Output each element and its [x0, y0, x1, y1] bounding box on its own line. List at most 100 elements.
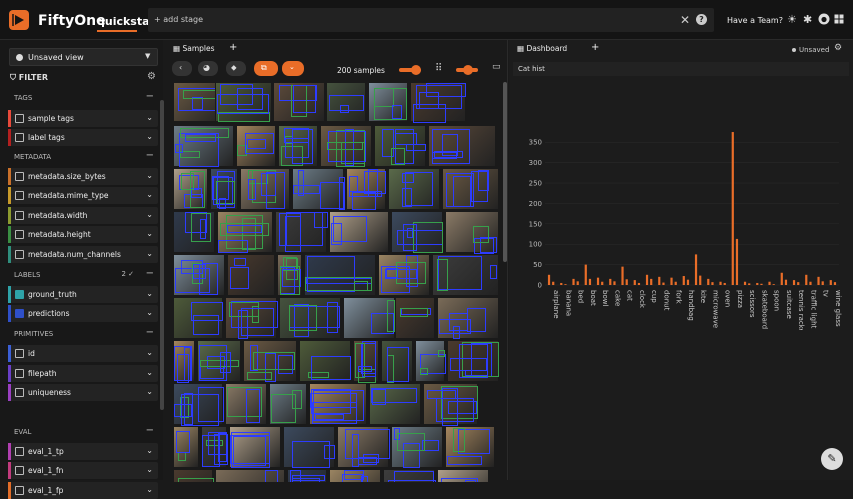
sample-thumbnail[interactable] [201, 426, 228, 468]
collapse-icon[interactable]: − [146, 425, 154, 436]
sample-thumbnail[interactable] [173, 383, 224, 426]
dashboard-menu-icon[interactable]: ⚙ [834, 43, 842, 53]
chevron-down-icon[interactable]: ⌄ [146, 368, 153, 377]
sample-thumbnail[interactable] [368, 82, 408, 122]
new-tab-button[interactable]: + [591, 42, 599, 53]
chart-panel-header[interactable]: Cat hist [513, 62, 849, 76]
sample-thumbnail[interactable] [217, 211, 273, 254]
sample-thumbnail[interactable] [173, 426, 199, 468]
sample-thumbnail[interactable] [395, 297, 435, 339]
field-checkbox[interactable] [15, 290, 24, 299]
edit-dashboard-button[interactable]: ✎ [821, 448, 843, 470]
chevron-down-icon[interactable]: ⌄ [146, 348, 153, 357]
sample-thumbnail[interactable] [225, 297, 278, 340]
sample-thumbnail[interactable] [423, 383, 479, 426]
new-tab-button[interactable]: + [229, 42, 237, 53]
field-row[interactable]: eval_1_fn ⌄ [8, 462, 158, 479]
sample-thumbnail[interactable] [445, 211, 499, 254]
theme-toggle-icon[interactable]: ☀ [787, 13, 797, 26]
section-metadata[interactable]: METADATA − [8, 149, 158, 165]
sample-thumbnail[interactable] [279, 297, 341, 339]
sample-thumbnail[interactable] [173, 211, 215, 253]
sample-thumbnail[interactable] [445, 426, 495, 468]
field-row[interactable]: label tags ⌄ [8, 129, 158, 146]
field-checkbox[interactable] [15, 388, 24, 397]
sample-thumbnail[interactable] [337, 426, 390, 468]
field-row[interactable]: eval_1_fp ⌄ [8, 482, 158, 499]
sample-thumbnail[interactable] [391, 211, 444, 253]
grid-scrollbar[interactable] [503, 82, 507, 262]
sample-thumbnail[interactable] [343, 297, 395, 339]
back-button[interactable]: ‹ [172, 61, 192, 76]
field-row[interactable]: metadata.size_bytes ⌄ [8, 168, 158, 185]
field-checkbox[interactable] [15, 230, 24, 239]
patches-button[interactable]: ⧉ [254, 61, 278, 76]
sample-thumbnail[interactable] [437, 469, 489, 482]
sample-thumbnail[interactable] [240, 168, 290, 210]
have-a-team-link[interactable]: Have a Team? [727, 16, 783, 25]
chevron-down-icon[interactable]: ⌄ [146, 465, 153, 474]
chevron-down-icon[interactable]: ⌄ [146, 132, 153, 141]
help-icon[interactable]: ? [696, 14, 707, 25]
sample-thumbnail[interactable] [229, 426, 281, 468]
sample-thumbnail[interactable] [173, 297, 223, 339]
sample-thumbnail[interactable] [442, 168, 499, 210]
tab-dashboard[interactable]: ▦ Dashboard [517, 44, 567, 53]
collapse-icon[interactable]: − [146, 150, 154, 161]
saved-view-selector[interactable]: Unsaved view ▼ [9, 48, 158, 66]
chevron-down-icon[interactable]: ⌄ [146, 190, 153, 199]
sample-thumbnail[interactable] [173, 168, 208, 210]
field-row[interactable]: sample tags ⌄ [8, 110, 158, 127]
sample-thumbnail[interactable] [173, 254, 225, 296]
zoom-slider-knob[interactable] [411, 65, 421, 75]
sample-thumbnail[interactable] [346, 168, 386, 210]
brand-name[interactable]: FiftyOne [38, 13, 106, 29]
sample-thumbnail[interactable] [173, 340, 195, 383]
sample-thumbnail[interactable] [378, 254, 430, 296]
field-row[interactable]: filepath ⌄ [8, 365, 158, 382]
field-checkbox[interactable] [15, 466, 24, 475]
field-checkbox[interactable] [15, 191, 24, 200]
collapse-icon[interactable]: − [146, 91, 154, 102]
chevron-down-icon[interactable]: ⌄ [146, 387, 153, 396]
sample-thumbnail[interactable] [215, 469, 285, 482]
sample-thumbnail[interactable] [236, 125, 276, 167]
chevron-down-icon[interactable]: ⌄ [146, 210, 153, 219]
sort-menu-button[interactable]: ⌄ [282, 61, 304, 76]
sample-thumbnail[interactable] [391, 426, 443, 468]
section-labels[interactable]: LABELS 2 ✓ − [8, 267, 158, 283]
chevron-down-icon[interactable]: ⌄ [146, 113, 153, 122]
sample-thumbnail[interactable] [383, 469, 436, 482]
section-eval[interactable]: EVAL − [8, 424, 158, 440]
sample-thumbnail[interactable] [173, 469, 214, 482]
github-icon[interactable] [818, 13, 830, 25]
sample-thumbnail[interactable] [415, 340, 446, 382]
tag-button[interactable]: ⬥ [226, 61, 246, 76]
sample-thumbnail[interactable] [410, 82, 467, 123]
field-checkbox[interactable] [15, 250, 24, 259]
filter-settings-icon[interactable]: ⚙ [147, 71, 156, 82]
fiftyone-logo-icon[interactable] [8, 9, 30, 31]
collapse-icon[interactable]: − [146, 268, 154, 279]
sample-thumbnail[interactable] [173, 125, 234, 167]
sample-thumbnail[interactable] [210, 168, 238, 210]
chevron-down-icon[interactable]: ⌄ [146, 446, 153, 455]
field-row[interactable]: id ⌄ [8, 345, 158, 362]
sample-thumbnail[interactable] [227, 254, 275, 296]
tab-samples[interactable]: ▦ Samples [173, 44, 215, 53]
expand-panel-icon[interactable]: ▭ [492, 62, 501, 72]
sample-thumbnail[interactable] [283, 426, 336, 468]
sample-thumbnail[interactable] [329, 211, 389, 253]
field-checkbox[interactable] [15, 349, 24, 358]
chevron-down-icon[interactable]: ⌄ [146, 289, 153, 298]
sample-thumbnail[interactable] [299, 340, 352, 382]
section-tags[interactable]: TAGS − [8, 90, 158, 106]
sample-thumbnail[interactable] [275, 211, 328, 253]
add-stage-input[interactable]: + add stage [154, 15, 203, 24]
field-row[interactable]: predictions ⌄ [8, 305, 158, 322]
sample-thumbnail[interactable] [278, 125, 318, 167]
field-row[interactable]: uniqueness ⌄ [8, 384, 158, 401]
sample-thumbnail[interactable] [369, 383, 421, 425]
sample-thumbnail[interactable] [197, 340, 241, 382]
chevron-down-icon[interactable]: ⌄ [146, 308, 153, 317]
